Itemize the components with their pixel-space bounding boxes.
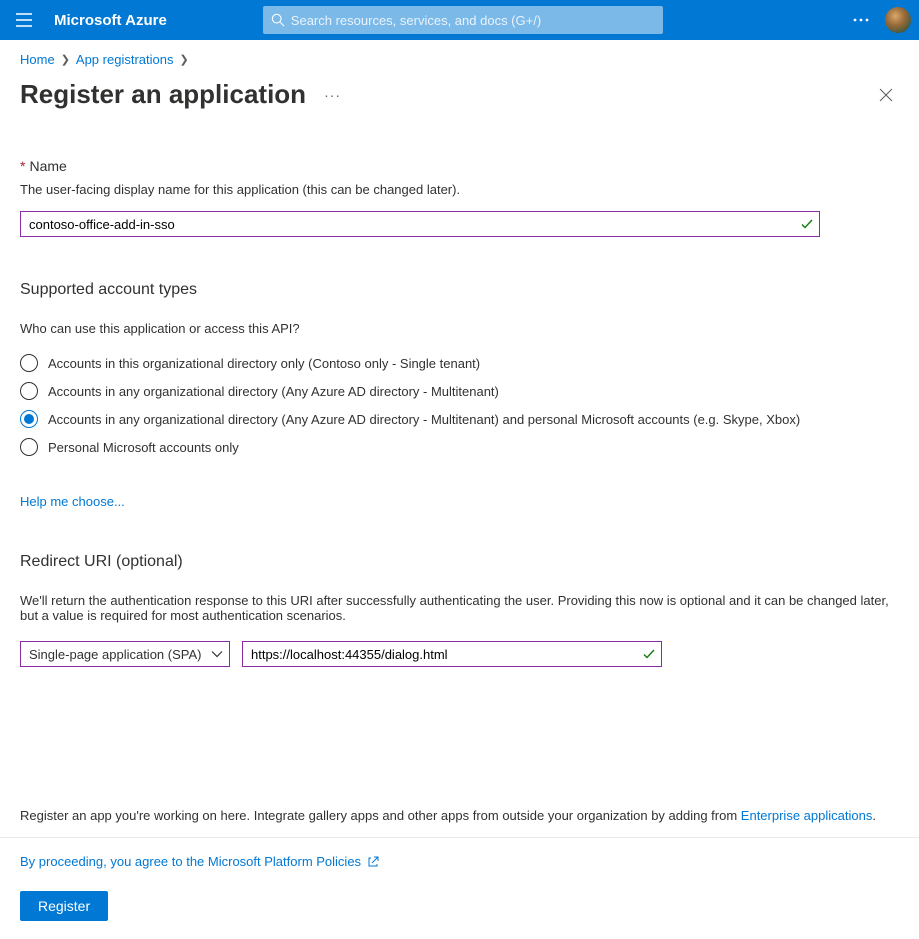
radio-personal-only[interactable]: Personal Microsoft accounts only: [20, 438, 899, 456]
platform-select[interactable]: Single-page application (SPA): [20, 641, 230, 667]
title-row: Register an application ···: [0, 73, 919, 110]
breadcrumb-app-registrations[interactable]: App registrations: [76, 52, 174, 67]
hamburger-menu-button[interactable]: [0, 0, 48, 40]
page-title: Register an application: [20, 79, 306, 110]
more-horizontal-icon: [853, 18, 869, 22]
platform-policies-link[interactable]: By proceeding, you agree to the Microsof…: [20, 854, 899, 869]
required-star-icon: *: [20, 158, 25, 174]
radio-multitenant[interactable]: Accounts in any organizational directory…: [20, 382, 899, 400]
radio-label: Accounts in any organizational directory…: [48, 384, 499, 399]
radio-single-tenant[interactable]: Accounts in this organizational director…: [20, 354, 899, 372]
breadcrumb: Home ❯ App registrations ❯: [0, 40, 919, 73]
radio-label: Accounts in this organizational director…: [48, 356, 480, 371]
redirect-uri-input[interactable]: [242, 641, 662, 667]
account-types-heading: Supported account types: [20, 281, 899, 299]
hamburger-icon: [16, 13, 32, 27]
close-button[interactable]: [873, 82, 899, 108]
close-icon: [879, 88, 893, 102]
search-icon: [271, 13, 285, 27]
radio-icon: [20, 354, 38, 372]
main-content: *Name The user-facing display name for t…: [0, 110, 919, 808]
radio-label: Accounts in any organizational directory…: [48, 412, 800, 427]
chevron-right-icon: ❯: [61, 53, 70, 66]
global-search[interactable]: [263, 6, 663, 34]
redirect-uri-description: We'll return the authentication response…: [20, 593, 899, 623]
register-button[interactable]: Register: [20, 891, 108, 921]
account-types-section: Supported account types Who can use this…: [20, 281, 899, 509]
radio-icon: [20, 382, 38, 400]
name-label: *Name: [20, 158, 899, 174]
topbar: Microsoft Azure: [0, 0, 919, 40]
search-input[interactable]: [291, 13, 655, 28]
enterprise-applications-link[interactable]: Enterprise applications: [741, 808, 873, 823]
redirect-uri-section: Redirect URI (optional) We'll return the…: [20, 553, 899, 667]
app-name-input[interactable]: [20, 211, 820, 237]
more-actions-button[interactable]: [841, 0, 881, 40]
user-avatar[interactable]: [885, 7, 911, 33]
account-types-question: Who can use this application or access t…: [20, 321, 899, 336]
radio-icon: [20, 438, 38, 456]
radio-multitenant-personal[interactable]: Accounts in any organizational directory…: [20, 410, 899, 428]
chevron-right-icon: ❯: [179, 53, 188, 66]
checkmark-icon: [800, 217, 814, 231]
name-description: The user-facing display name for this ap…: [20, 182, 899, 197]
help-me-choose-link[interactable]: Help me choose...: [20, 494, 125, 509]
title-more-button[interactable]: ···: [324, 87, 341, 103]
radio-icon: [20, 410, 38, 428]
redirect-uri-heading: Redirect URI (optional): [20, 553, 899, 571]
platform-select-value: Single-page application (SPA): [29, 647, 201, 662]
breadcrumb-home[interactable]: Home: [20, 52, 55, 67]
radio-label: Personal Microsoft accounts only: [48, 440, 239, 455]
bottom-note: Register an app you're working on here. …: [0, 808, 919, 837]
external-link-icon: [367, 856, 379, 868]
chevron-down-icon: [211, 650, 223, 658]
checkmark-icon: [642, 647, 656, 661]
footer: By proceeding, you agree to the Microsof…: [0, 837, 919, 939]
brand-label[interactable]: Microsoft Azure: [54, 12, 167, 29]
